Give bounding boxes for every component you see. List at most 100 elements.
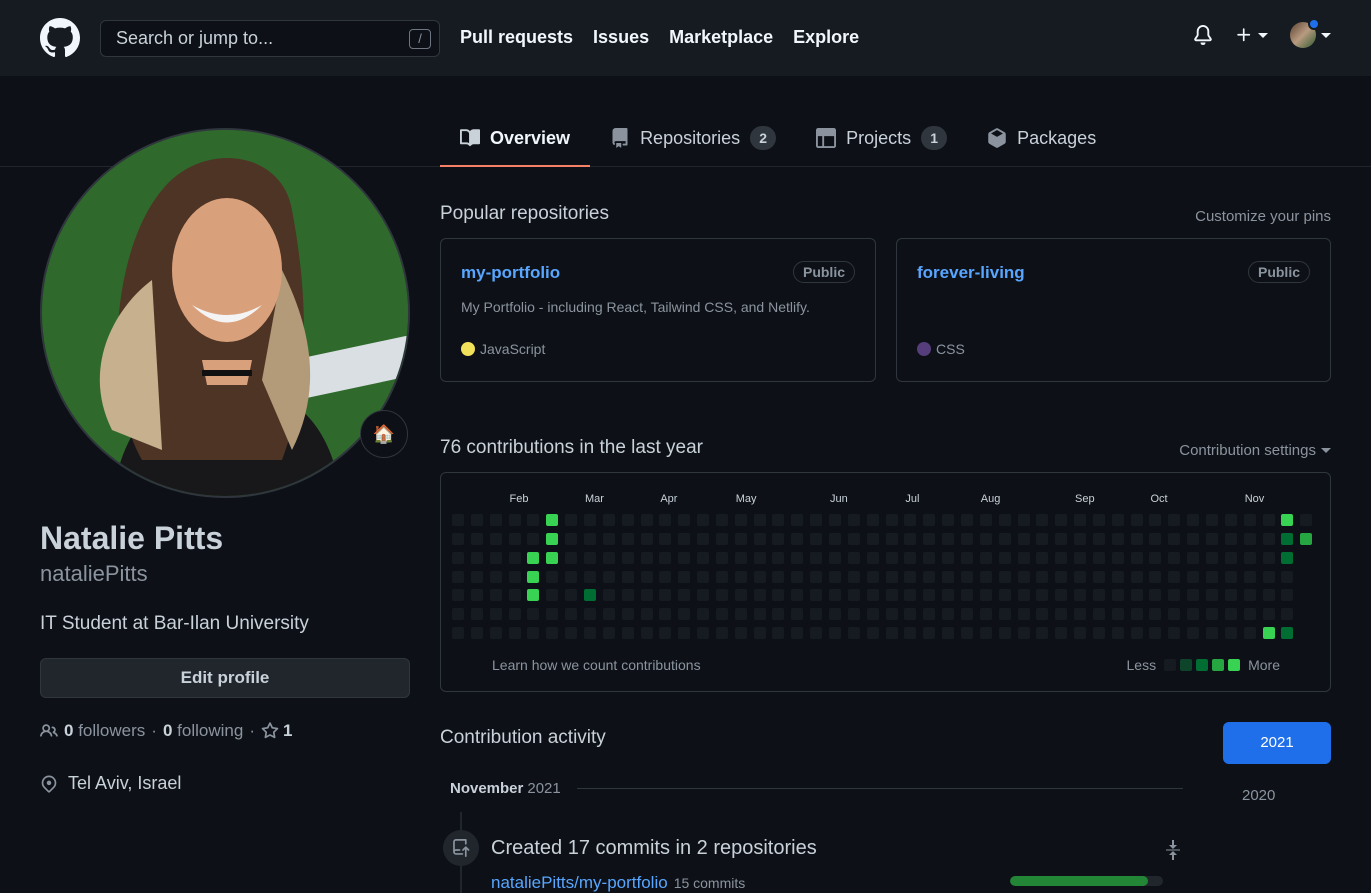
contribution-day[interactable] (829, 608, 841, 621)
contribution-day[interactable] (1187, 589, 1200, 602)
contribution-day[interactable] (602, 514, 615, 526)
contribution-day[interactable] (923, 532, 936, 545)
contribution-day[interactable] (1243, 627, 1256, 640)
contribution-day[interactable] (1224, 589, 1237, 602)
contribution-day[interactable] (678, 514, 691, 526)
user-menu-dropdown[interactable] (1290, 18, 1331, 48)
contribution-day[interactable] (640, 570, 653, 583)
contribution-day[interactable] (1055, 514, 1068, 526)
contribution-day[interactable] (979, 608, 992, 621)
contribution-day[interactable] (640, 627, 653, 640)
contribution-day[interactable] (979, 514, 992, 526)
profile-avatar[interactable] (40, 128, 410, 498)
contribution-day[interactable] (697, 589, 710, 602)
contribution-day[interactable] (942, 551, 955, 564)
contribution-day[interactable] (1036, 627, 1049, 640)
create-new-dropdown[interactable] (1235, 26, 1268, 44)
contribution-day[interactable] (1130, 551, 1143, 564)
contribution-day[interactable] (527, 589, 540, 602)
contribution-day[interactable] (1206, 514, 1218, 526)
contribution-day[interactable] (1017, 589, 1030, 602)
contribution-day[interactable] (810, 551, 823, 564)
contribution-day[interactable] (565, 589, 578, 602)
contribution-day[interactable] (508, 514, 521, 526)
contribution-day[interactable] (565, 514, 578, 526)
contribution-day[interactable] (1092, 514, 1105, 526)
contribution-day[interactable] (621, 608, 634, 621)
contribution-day[interactable] (1130, 514, 1143, 526)
contribution-day[interactable] (1036, 570, 1049, 583)
contribution-day[interactable] (1206, 532, 1218, 545)
search-input[interactable]: Search or jump to... / (100, 20, 440, 57)
contribution-day[interactable] (565, 532, 578, 545)
contribution-day[interactable] (1130, 589, 1143, 602)
contribution-day[interactable] (659, 551, 672, 564)
contribution-day[interactable] (772, 570, 785, 583)
contribution-day[interactable] (810, 627, 823, 640)
contribution-day[interactable] (979, 570, 992, 583)
contribution-day[interactable] (810, 589, 823, 602)
contribution-day[interactable] (998, 570, 1011, 583)
contribution-day[interactable] (1224, 608, 1237, 621)
contribution-day[interactable] (1187, 570, 1200, 583)
contribution-day[interactable] (1092, 532, 1105, 545)
contribution-day[interactable] (583, 608, 596, 621)
contribution-day[interactable] (1262, 551, 1275, 564)
contribution-day[interactable] (960, 551, 973, 564)
contribution-day[interactable] (998, 627, 1011, 640)
contribution-day[interactable] (489, 589, 502, 602)
contribution-day[interactable] (791, 570, 804, 583)
contribution-day[interactable] (1149, 627, 1162, 640)
contribution-day[interactable] (470, 608, 483, 621)
contribution-day[interactable] (979, 627, 992, 640)
contribution-day[interactable] (1300, 514, 1313, 526)
contribution-day[interactable] (715, 589, 728, 602)
contribution-day[interactable] (470, 514, 483, 526)
contribution-day[interactable] (1281, 608, 1294, 621)
contribution-day[interactable] (1149, 532, 1162, 545)
contribution-day[interactable] (1017, 570, 1030, 583)
contribution-day[interactable] (904, 570, 917, 583)
activity-repo-link[interactable]: nataliePitts/my-portfolio 15 commits (491, 873, 745, 893)
contribution-day[interactable] (866, 532, 879, 545)
contribution-day[interactable] (470, 589, 483, 602)
customize-pins-link[interactable]: Customize your pins (1195, 208, 1331, 225)
contribution-day[interactable] (659, 514, 672, 526)
tab-projects[interactable]: Projects 1 (796, 110, 967, 166)
contribution-day[interactable] (904, 589, 917, 602)
following-link[interactable]: 0 following (163, 721, 243, 741)
contribution-day[interactable] (583, 532, 596, 545)
contribution-day[interactable] (489, 551, 502, 564)
contribution-day[interactable] (1017, 627, 1030, 640)
contribution-day[interactable] (1130, 570, 1143, 583)
contribution-day[interactable] (489, 514, 502, 526)
contribution-day[interactable] (1168, 608, 1181, 621)
contribution-day[interactable] (998, 532, 1011, 545)
contribution-day[interactable] (866, 514, 879, 526)
contribution-day[interactable] (1055, 551, 1068, 564)
contribution-day[interactable] (753, 589, 766, 602)
contribution-day[interactable] (847, 514, 860, 526)
contribution-day[interactable] (697, 532, 710, 545)
contribution-day[interactable] (791, 608, 804, 621)
contribution-day[interactable] (1243, 589, 1256, 602)
contribution-day[interactable] (640, 532, 653, 545)
contribution-day[interactable] (470, 627, 483, 640)
contribution-day[interactable] (885, 608, 898, 621)
contribution-day[interactable] (791, 551, 804, 564)
contribution-day[interactable] (1281, 514, 1294, 526)
bell-icon[interactable] (1193, 25, 1213, 45)
contribution-day[interactable] (1092, 570, 1105, 583)
contribution-day[interactable] (1036, 589, 1049, 602)
contribution-day[interactable] (960, 570, 973, 583)
contribution-day[interactable] (829, 570, 841, 583)
contribution-day[interactable] (565, 608, 578, 621)
contribution-day[interactable] (904, 608, 917, 621)
contribution-day[interactable] (979, 551, 992, 564)
contribution-day[interactable] (470, 532, 483, 545)
contribution-day[interactable] (1036, 514, 1049, 526)
contribution-day[interactable] (923, 589, 936, 602)
contribution-day[interactable] (1224, 551, 1237, 564)
contribution-day[interactable] (1187, 627, 1200, 640)
contribution-day[interactable] (734, 570, 747, 583)
